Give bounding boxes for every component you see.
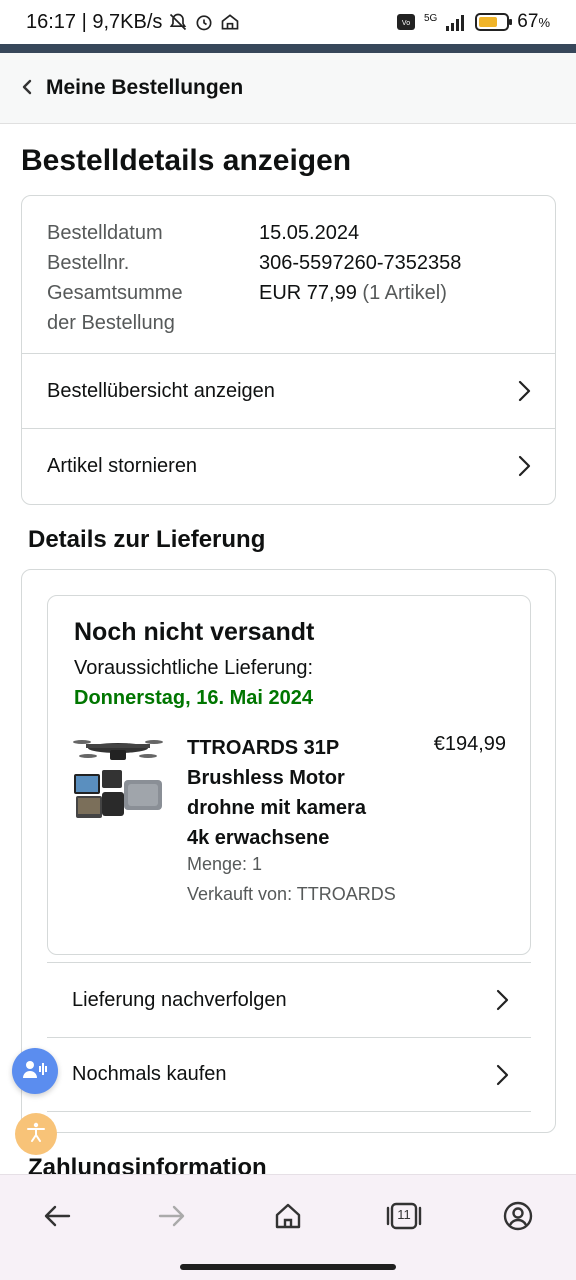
account-icon[interactable] xyxy=(501,1199,535,1233)
product-title-line[interactable]: drohne mit kamera xyxy=(187,797,366,819)
order-summary-card: Bestelldatum 15.05.2024 Bestellnr. 306-5… xyxy=(21,195,556,505)
product-seller: Verkauft von: TTROARDS xyxy=(187,884,396,904)
buy-again-link[interactable]: Nochmals kaufen xyxy=(47,1037,531,1112)
order-number-value: 306-5597260-7352358 xyxy=(259,252,462,274)
network-type: 5G xyxy=(423,12,438,24)
forward-arrow-icon[interactable] xyxy=(155,1199,189,1233)
cancel-items-label: Artikel stornieren xyxy=(47,454,198,477)
delivery-card: Noch nicht versandt Voraussichtliche Lie… xyxy=(21,569,556,1133)
battery-percent: 67 xyxy=(517,11,539,32)
battery-icon xyxy=(475,13,513,31)
home-icon[interactable] xyxy=(271,1199,305,1233)
svg-text:Vo: Vo xyxy=(402,20,410,27)
product-image[interactable] xyxy=(72,734,164,824)
battery-unit: % xyxy=(538,15,550,30)
volte-icon: Vo xyxy=(396,13,416,31)
track-package-label: Lieferung nachverfolgen xyxy=(72,988,287,1011)
status-bar: 16:17 | 9,7KB/s Vo 5G 67% xyxy=(0,0,576,44)
header-strip xyxy=(0,44,576,53)
chevron-right-icon xyxy=(513,455,535,477)
chevron-right-icon xyxy=(513,380,535,402)
view-order-summary-link[interactable]: Bestellübersicht anzeigen xyxy=(22,353,555,428)
shipment-box: Noch nicht versandt Voraussichtliche Lie… xyxy=(47,595,531,955)
product-price: €194,99 xyxy=(433,733,506,755)
back-arrow-icon[interactable] xyxy=(40,1199,74,1233)
order-number-label: Bestellnr. xyxy=(47,252,130,274)
home-network-icon xyxy=(220,12,240,32)
product-title[interactable]: TTROARDS 31P Brushless Motor drohne mit … xyxy=(187,733,402,853)
voice-person-icon xyxy=(22,1058,48,1085)
order-date-value: 15.05.2024 xyxy=(259,222,360,244)
order-details: Bestelldatum 15.05.2024 Bestellnr. 306-5… xyxy=(47,218,537,338)
cancel-items-link[interactable]: Artikel stornieren xyxy=(22,428,555,503)
accessibility-icon xyxy=(25,1121,47,1148)
view-order-summary-label: Bestellübersicht anzeigen xyxy=(47,379,275,402)
bell-off-icon xyxy=(168,12,188,32)
tabs-icon[interactable]: 11 xyxy=(386,1199,422,1233)
voice-assistant-button[interactable] xyxy=(12,1048,58,1094)
chevron-right-icon xyxy=(491,1064,513,1086)
signal-icon xyxy=(445,13,467,31)
product-title-line[interactable]: TTROARDS 31P xyxy=(187,737,339,759)
order-item-count: (1 Artikel) xyxy=(362,282,447,304)
order-date-label: Bestelldatum xyxy=(47,222,163,244)
product-title-line[interactable]: Brushless Motor xyxy=(187,767,345,789)
status-time-speed: 16:17 | 9,7KB/s xyxy=(26,10,163,33)
delivery-section-title: Details zur Lieferung xyxy=(28,526,266,553)
accessibility-button[interactable] xyxy=(15,1113,57,1155)
eta-date: Donnerstag, 16. Mai 2024 xyxy=(74,687,313,709)
shipment-status: Noch nicht versandt xyxy=(74,618,315,646)
eta-label: Voraussichtliche Lieferung: xyxy=(74,657,314,679)
back-navigation[interactable]: Meine Bestellungen xyxy=(0,53,576,124)
order-total-value: EUR 77,99 xyxy=(259,282,357,304)
chevron-right-icon xyxy=(491,989,513,1011)
chevron-left-icon[interactable] xyxy=(20,75,34,101)
order-total-label: Gesamtsumme xyxy=(47,282,183,304)
product-quantity: Menge: 1 xyxy=(187,854,263,874)
tab-count: 11 xyxy=(397,1207,411,1222)
back-link-label[interactable]: Meine Bestellungen xyxy=(46,76,243,100)
track-package-link[interactable]: Lieferung nachverfolgen xyxy=(47,962,531,1037)
buy-again-label: Nochmals kaufen xyxy=(72,1063,227,1085)
order-total-label-2: der Bestellung xyxy=(47,312,175,334)
product-title-line[interactable]: 4k erwachsene xyxy=(187,827,329,849)
gesture-bar xyxy=(180,1264,396,1270)
page-title: Bestelldetails anzeigen xyxy=(21,144,352,177)
alarm-icon xyxy=(194,12,214,32)
